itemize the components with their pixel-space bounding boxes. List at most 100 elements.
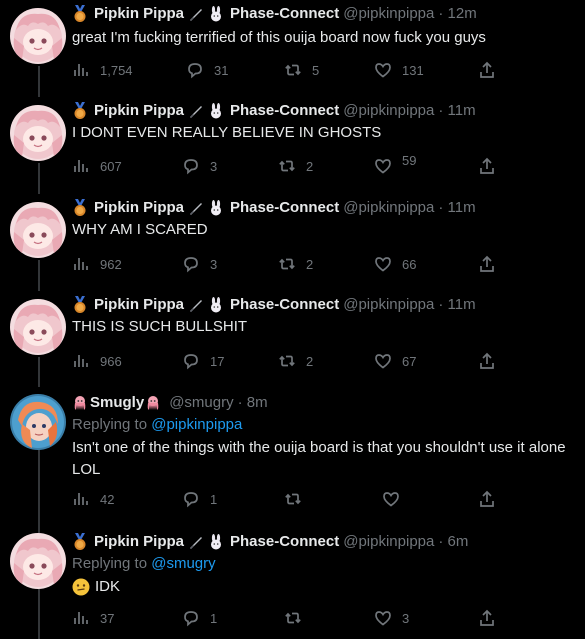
retweet-arrows-icon xyxy=(278,255,296,273)
tweet-text: THIS IS SUCH BULLSHIT xyxy=(72,318,248,335)
heart-icon xyxy=(374,609,392,627)
timestamp[interactable]: · 6m xyxy=(438,532,468,552)
medal-icon xyxy=(72,102,88,120)
display-name[interactable]: Pipkin Pippa xyxy=(94,198,184,218)
reply-mention-link[interactable]: @smugry xyxy=(151,555,215,572)
reply-button[interactable]: 1 xyxy=(182,608,217,628)
views-button[interactable]: 607 xyxy=(72,156,122,176)
heart-icon xyxy=(374,61,392,79)
like-button[interactable]: 66 xyxy=(374,254,416,274)
heart-icon xyxy=(382,490,400,508)
like-button[interactable]: 131 xyxy=(374,60,424,80)
timestamp[interactable]: · 8m xyxy=(238,393,268,413)
affiliation: Phase-Connect xyxy=(230,102,340,119)
share-button[interactable] xyxy=(478,254,496,274)
timestamp[interactable]: · 12m xyxy=(438,4,476,24)
medal-icon xyxy=(72,296,88,314)
reply-button[interactable]: 3 xyxy=(182,254,217,274)
bar-chart-icon xyxy=(72,157,90,175)
retweet-button[interactable]: 5 xyxy=(284,60,319,80)
retweet-button[interactable]: 2 xyxy=(278,351,313,371)
handle[interactable]: @pipkinpippa xyxy=(343,4,434,24)
avatar[interactable] xyxy=(10,8,66,64)
share-upload-icon xyxy=(478,609,496,627)
bunny-icon xyxy=(208,534,224,550)
tweet-text: WHY AM I SCARED xyxy=(72,221,208,238)
display-name[interactable]: Pipkin Pippa xyxy=(94,101,184,121)
speech-bubble-icon xyxy=(182,352,200,370)
retweet-button[interactable]: 2 xyxy=(278,156,313,176)
handle[interactable]: @pipkinpippa xyxy=(343,532,434,552)
like-button[interactable]: 59 xyxy=(374,153,416,176)
handle[interactable]: @smugry xyxy=(169,393,233,413)
bunny-icon xyxy=(208,103,224,119)
speech-bubble-icon xyxy=(182,490,200,508)
share-upload-icon xyxy=(478,157,496,175)
share-upload-icon xyxy=(478,61,496,79)
timestamp[interactable]: · 11m xyxy=(438,295,475,315)
retweet-arrows-icon xyxy=(278,157,296,175)
views-button[interactable]: 37 xyxy=(72,608,114,628)
share-button[interactable] xyxy=(478,156,496,176)
share-upload-icon xyxy=(478,490,496,508)
retweet-button[interactable] xyxy=(284,489,312,509)
medal-icon xyxy=(72,5,88,23)
share-button[interactable] xyxy=(478,351,496,371)
tweet[interactable]: Pipkin Pippa Phase-Connect @pipkinpippa … xyxy=(0,97,585,194)
bunny-icon xyxy=(208,6,224,22)
like-button[interactable]: 3 xyxy=(374,608,409,628)
display-name[interactable]: Pipkin Pippa xyxy=(94,532,184,552)
display-name[interactable]: Pipkin Pippa xyxy=(94,4,184,24)
reply-mention-link[interactable]: @pipkinpippa xyxy=(151,416,242,433)
retweet-arrows-icon xyxy=(278,352,296,370)
reply-button[interactable]: 31 xyxy=(186,60,228,80)
display-name[interactable]: Smugly xyxy=(90,393,144,413)
retweet-button[interactable] xyxy=(284,608,312,628)
timestamp[interactable]: · 11m xyxy=(438,198,475,218)
knife-icon xyxy=(188,534,204,550)
action-bar: 962 3 2 66 xyxy=(72,254,502,274)
speech-bubble-icon xyxy=(182,255,200,273)
heart-icon xyxy=(374,255,392,273)
avatar[interactable] xyxy=(10,105,66,161)
tweet-text: IDK xyxy=(72,576,577,598)
knife-icon xyxy=(188,6,204,22)
reply-button[interactable]: 17 xyxy=(182,351,224,371)
reply-button[interactable]: 3 xyxy=(182,156,217,176)
share-button[interactable] xyxy=(478,608,496,628)
share-button[interactable] xyxy=(478,60,496,80)
affiliation: Phase-Connect xyxy=(230,199,340,216)
views-button[interactable]: 962 xyxy=(72,254,122,274)
retweet-arrows-icon xyxy=(284,490,302,508)
knife-icon xyxy=(188,297,204,313)
views-button[interactable]: 966 xyxy=(72,351,122,371)
avatar[interactable] xyxy=(10,394,66,450)
speech-bubble-icon xyxy=(182,157,200,175)
like-button[interactable]: 67 xyxy=(374,351,416,371)
avatar[interactable] xyxy=(10,299,66,355)
tweet[interactable]: Pipkin Pippa Phase-Connect @pipkinpippa … xyxy=(0,530,585,639)
handle[interactable]: @pipkinpippa xyxy=(343,101,434,121)
reply-button[interactable]: 1 xyxy=(182,489,217,509)
avatar[interactable] xyxy=(10,202,66,258)
bar-chart-icon xyxy=(72,255,90,273)
timestamp[interactable]: · 11m xyxy=(438,101,475,121)
handle[interactable]: @pipkinpippa xyxy=(343,295,434,315)
like-button[interactable] xyxy=(382,489,410,509)
share-upload-icon xyxy=(478,255,496,273)
tweet[interactable]: Pipkin Pippa Phase-Connect @pipkinpippa … xyxy=(0,194,585,291)
avatar[interactable] xyxy=(10,533,66,589)
replying-to: Replying to @smugry xyxy=(72,555,216,572)
retweet-button[interactable]: 2 xyxy=(278,254,313,274)
handle[interactable]: @pipkinpippa xyxy=(343,198,434,218)
views-button[interactable]: 1,754 xyxy=(72,60,133,80)
retweet-arrows-icon xyxy=(284,61,302,79)
action-bar: 1,754 31 5 131 xyxy=(72,60,502,80)
display-name[interactable]: Pipkin Pippa xyxy=(94,295,184,315)
share-button[interactable] xyxy=(478,489,496,509)
tweet[interactable]: Pipkin Pippa Phase-Connect @pipkinpippa … xyxy=(0,291,585,387)
tweet[interactable]: Pipkin Pippa Phase-Connect @pipkinpippa … xyxy=(0,0,585,97)
views-button[interactable]: 42 xyxy=(72,489,114,509)
bar-chart-icon xyxy=(72,352,90,370)
tweet[interactable]: Smugly @smugry · 8m Replying to @pipkinp… xyxy=(0,387,585,520)
